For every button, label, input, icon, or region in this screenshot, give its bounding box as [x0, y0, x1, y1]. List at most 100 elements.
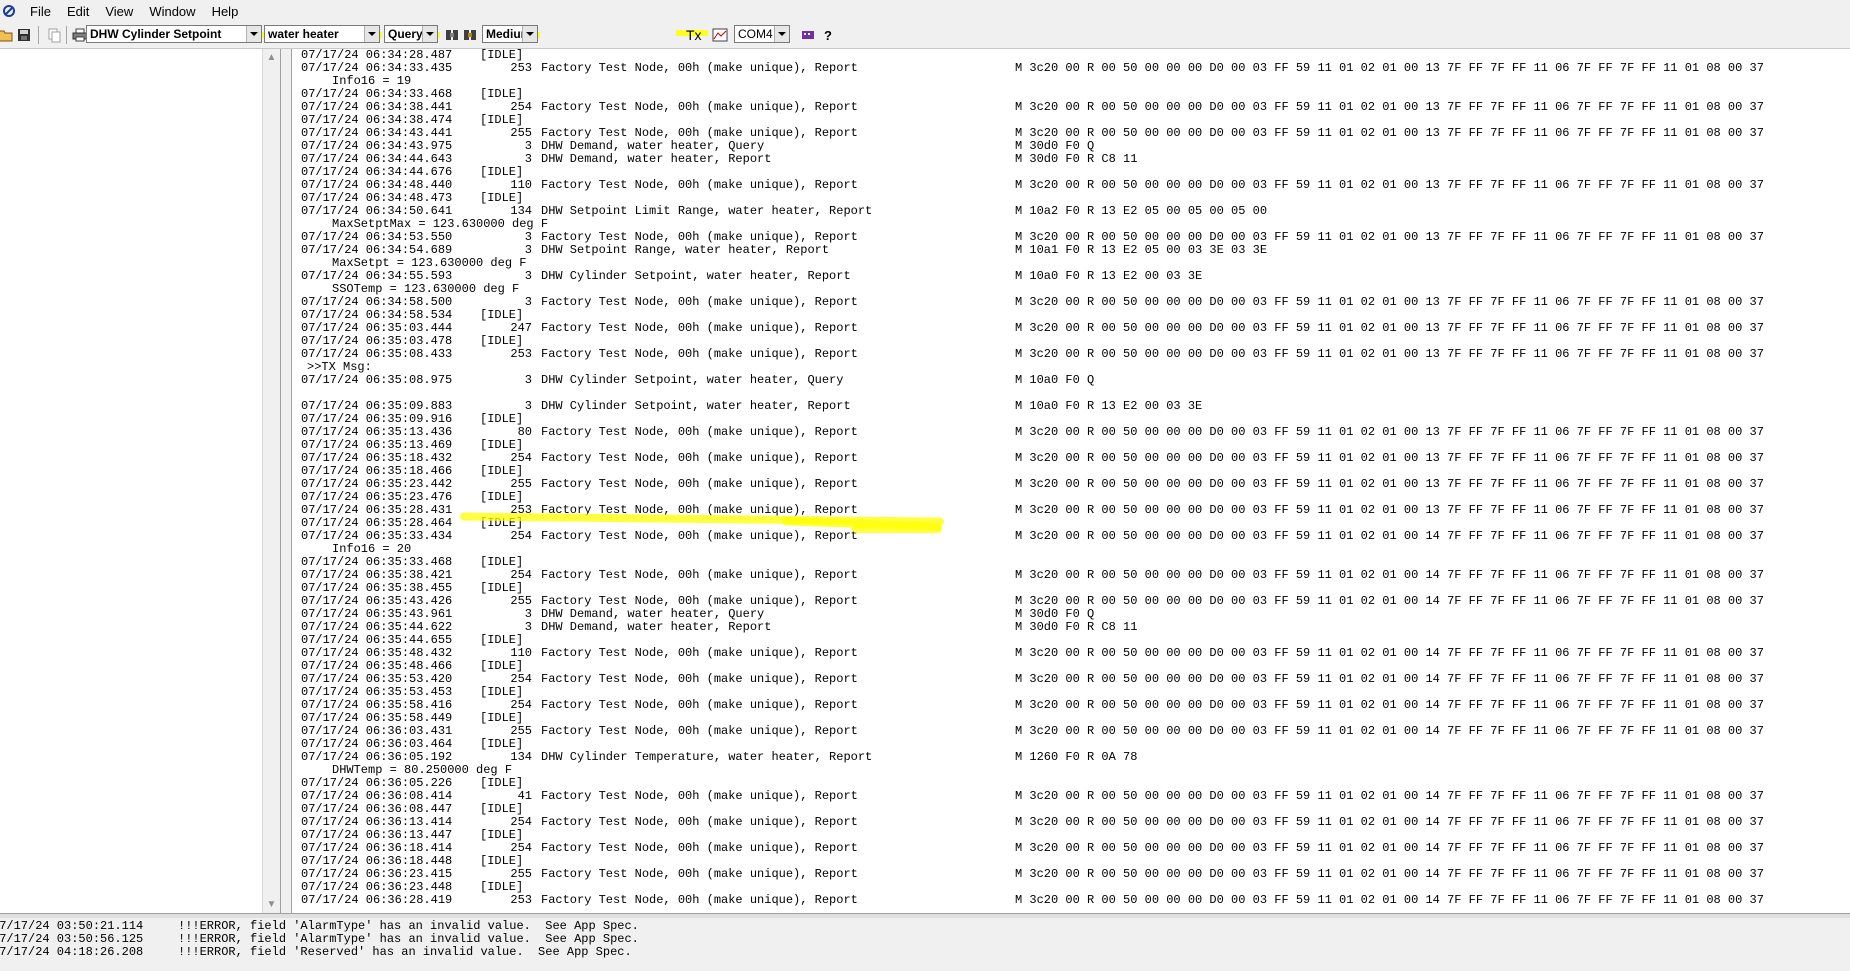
- log-description: Factory Test Node, 00h (make unique), Re…: [541, 724, 858, 738]
- log-description: DHW Demand, water heater, Report: [541, 620, 772, 634]
- port-combo[interactable]: COM4: [734, 25, 790, 43]
- type-combo[interactable]: Query: [384, 25, 438, 43]
- scroll-down-icon[interactable]: ▼: [263, 896, 280, 913]
- graph-icon[interactable]: [710, 25, 730, 45]
- log-description: Factory Test Node, 00h (make unique), Re…: [541, 477, 858, 491]
- log-hex: M 3c20 00 R 00 50 00 00 00 D0 00 03 FF 5…: [1015, 100, 1764, 114]
- log-description: Factory Test Node, 00h (make unique), Re…: [541, 321, 858, 335]
- log-hex: M 10a1 F0 R 13 E2 05 00 03 3E 03 3E: [1015, 243, 1268, 257]
- log-hex: M 3c20 00 R 00 50 00 00 00 D0 00 03 FF 5…: [1015, 867, 1764, 881]
- error-log[interactable]: 07/17/24 03:50:21.114 !!!ERROR, field 'Al…: [0, 918, 1850, 971]
- log-hex: M 30d0 F0 R C8 11: [1015, 620, 1138, 634]
- log-description: Factory Test Node, 00h (make unique), Re…: [541, 100, 858, 114]
- log-hex: M 3c20 00 R 00 50 00 00 00 D0 00 03 FF 5…: [1015, 594, 1764, 608]
- message-combo-value: DHW Cylinder Setpoint: [90, 27, 222, 41]
- log-count: 253: [510, 347, 532, 361]
- chevron-down-icon[interactable]: [364, 26, 379, 42]
- left-pane: ▲ ▼: [0, 49, 281, 913]
- log-description: Factory Test Node, 00h (make unique), Re…: [541, 893, 858, 907]
- log-hex: M 3c20 00 R 00 50 00 00 00 D0 00 03 FF 5…: [1015, 295, 1764, 309]
- log-hex: M 3c20 00 R 00 50 00 00 00 D0 00 03 FF 5…: [1015, 321, 1764, 335]
- log-description: DHW Demand, water heater, Report: [541, 152, 772, 166]
- filter-icon[interactable]: [442, 25, 462, 45]
- log-hex: M 10a2 F0 R 13 E2 05 00 05 00 05 00: [1015, 204, 1268, 218]
- log-hex: M 3c20 00 R 00 50 00 00 00 D0 00 03 FF 5…: [1015, 841, 1764, 855]
- copy-icon[interactable]: [44, 25, 64, 45]
- log-description: DHW Cylinder Setpoint, water heater, Rep…: [541, 399, 851, 413]
- log-count: 253: [510, 893, 532, 907]
- priority-combo[interactable]: Medium: [482, 25, 538, 43]
- log-description: Factory Test Node, 00h (make unique), Re…: [541, 178, 858, 192]
- log-hex: M 1260 F0 R 0A 78: [1015, 750, 1138, 764]
- log-timestamp: 07/17/24 06:35:08.975: [301, 373, 453, 387]
- log-description: Factory Test Node, 00h (make unique), Re…: [541, 61, 858, 75]
- log-description: Factory Test Node, 00h (make unique), Re…: [541, 295, 858, 309]
- toolbar-separator: [66, 26, 67, 44]
- toolbar: DHW Cylinder Setpoint water heater Query…: [0, 22, 1850, 49]
- log-description: DHW Setpoint Limit Range, water heater, …: [541, 204, 873, 218]
- log-description: Factory Test Node, 00h (make unique), Re…: [541, 646, 858, 660]
- log-hex: M 3c20 00 R 00 50 00 00 00 D0 00 03 FF 5…: [1015, 893, 1764, 907]
- log-hex: M 3c20 00 R 00 50 00 00 00 D0 00 03 FF 5…: [1015, 178, 1764, 192]
- toolbar-separator: [38, 26, 39, 44]
- log-description: Factory Test Node, 00h (make unique), Re…: [541, 451, 858, 465]
- log-hex: M 3c20 00 R 00 50 00 00 00 D0 00 03 FF 5…: [1015, 568, 1764, 582]
- error-message: !!!ERROR, field 'Reserved' has an invali…: [178, 945, 632, 959]
- chevron-down-icon[interactable]: [774, 26, 789, 42]
- log-description: Factory Test Node, 00h (make unique), Re…: [541, 867, 858, 881]
- log-hex: M 3c20 00 R 00 50 00 00 00 D0 00 03 FF 5…: [1015, 789, 1764, 803]
- menu-bar: File Edit View Window Help: [0, 0, 1850, 22]
- log-hex: M 3c20 00 R 00 50 00 00 00 D0 00 03 FF 5…: [1015, 477, 1764, 491]
- log-description: Factory Test Node, 00h (make unique), Re…: [541, 568, 858, 582]
- log-idle: [IDLE]: [480, 412, 524, 426]
- log-description: DHW Cylinder Temperature, water heater, …: [541, 750, 873, 764]
- error-timestamp: 07/17/24 04:18:26.208: [0, 945, 144, 959]
- help-icon[interactable]: ?: [818, 25, 838, 45]
- log-count: 3: [524, 373, 532, 387]
- tx-button[interactable]: Tx: [682, 25, 706, 45]
- menu-help[interactable]: Help: [204, 4, 247, 19]
- chevron-down-icon[interactable]: [522, 26, 537, 42]
- type-combo-value: Query: [388, 27, 423, 41]
- log-hex: M 3c20 00 R 00 50 00 00 00 D0 00 03 FF 5…: [1015, 529, 1764, 543]
- log-description: DHW Cylinder Setpoint, water heater, Rep…: [541, 269, 851, 283]
- menu-file[interactable]: File: [22, 4, 59, 19]
- log-hex: M 3c20 00 R 00 50 00 00 00 D0 00 03 FF 5…: [1015, 815, 1764, 829]
- port-icon[interactable]: [798, 25, 818, 45]
- chevron-down-icon[interactable]: [422, 26, 437, 42]
- log-hex: M 10a0 F0 R 13 E2 00 03 3E: [1015, 269, 1203, 283]
- svg-text:?: ?: [824, 28, 832, 43]
- log-hex: M 3c20 00 R 00 50 00 00 00 D0 00 03 FF 5…: [1015, 61, 1764, 75]
- left-scrollbar[interactable]: ▲ ▼: [262, 49, 280, 913]
- log-description: Factory Test Node, 00h (make unique), Re…: [541, 529, 858, 543]
- port-combo-value: COM4: [738, 27, 773, 41]
- chevron-down-icon[interactable]: [246, 26, 261, 42]
- device-combo-value: water heater: [268, 27, 339, 41]
- log-hex: M 3c20 00 R 00 50 00 00 00 D0 00 03 FF 5…: [1015, 425, 1764, 439]
- log-description: Factory Test Node, 00h (make unique), Re…: [541, 672, 858, 686]
- device-combo[interactable]: water heater: [264, 25, 380, 43]
- save-icon[interactable]: [14, 25, 34, 45]
- menu-view[interactable]: View: [97, 4, 141, 19]
- log-hex: M 3c20 00 R 00 50 00 00 00 D0 00 03 FF 5…: [1015, 646, 1764, 660]
- log-description: DHW Setpoint Range, water heater, Report: [541, 243, 830, 257]
- menu-window[interactable]: Window: [141, 4, 203, 19]
- pane-splitter[interactable]: [281, 49, 292, 913]
- scroll-up-icon[interactable]: ▲: [263, 49, 280, 66]
- log-hex: M 30d0 F0 R C8 11: [1015, 152, 1138, 166]
- message-combo[interactable]: DHW Cylinder Setpoint: [86, 25, 262, 43]
- log-hex: M 3c20 00 R 00 50 00 00 00 D0 00 03 FF 5…: [1015, 672, 1764, 686]
- log-hex: M 3c20 00 R 00 50 00 00 00 D0 00 03 FF 5…: [1015, 698, 1764, 712]
- log-hex: M 3c20 00 R 00 50 00 00 00 D0 00 03 FF 5…: [1015, 347, 1764, 361]
- menu-edit[interactable]: Edit: [59, 4, 97, 19]
- log-hex: M 3c20 00 R 00 50 00 00 00 D0 00 03 FF 5…: [1015, 451, 1764, 465]
- filter-toggle-icon[interactable]: [460, 25, 480, 45]
- log-hex: M 3c20 00 R 00 50 00 00 00 D0 00 03 FF 5…: [1015, 503, 1764, 517]
- log-description: DHW Cylinder Setpoint, water heater, Que…: [541, 373, 844, 387]
- message-log[interactable]: 07/17/24 06:34:28.487 [IDLE] 07/17/24 06:3…: [292, 49, 1850, 913]
- log-count: 253: [510, 61, 532, 75]
- log-description: Factory Test Node, 00h (make unique), Re…: [541, 789, 858, 803]
- log-count: 254: [510, 529, 532, 543]
- log-idle: [IDLE]: [480, 776, 524, 790]
- log-description: Factory Test Node, 00h (make unique), Re…: [541, 425, 858, 439]
